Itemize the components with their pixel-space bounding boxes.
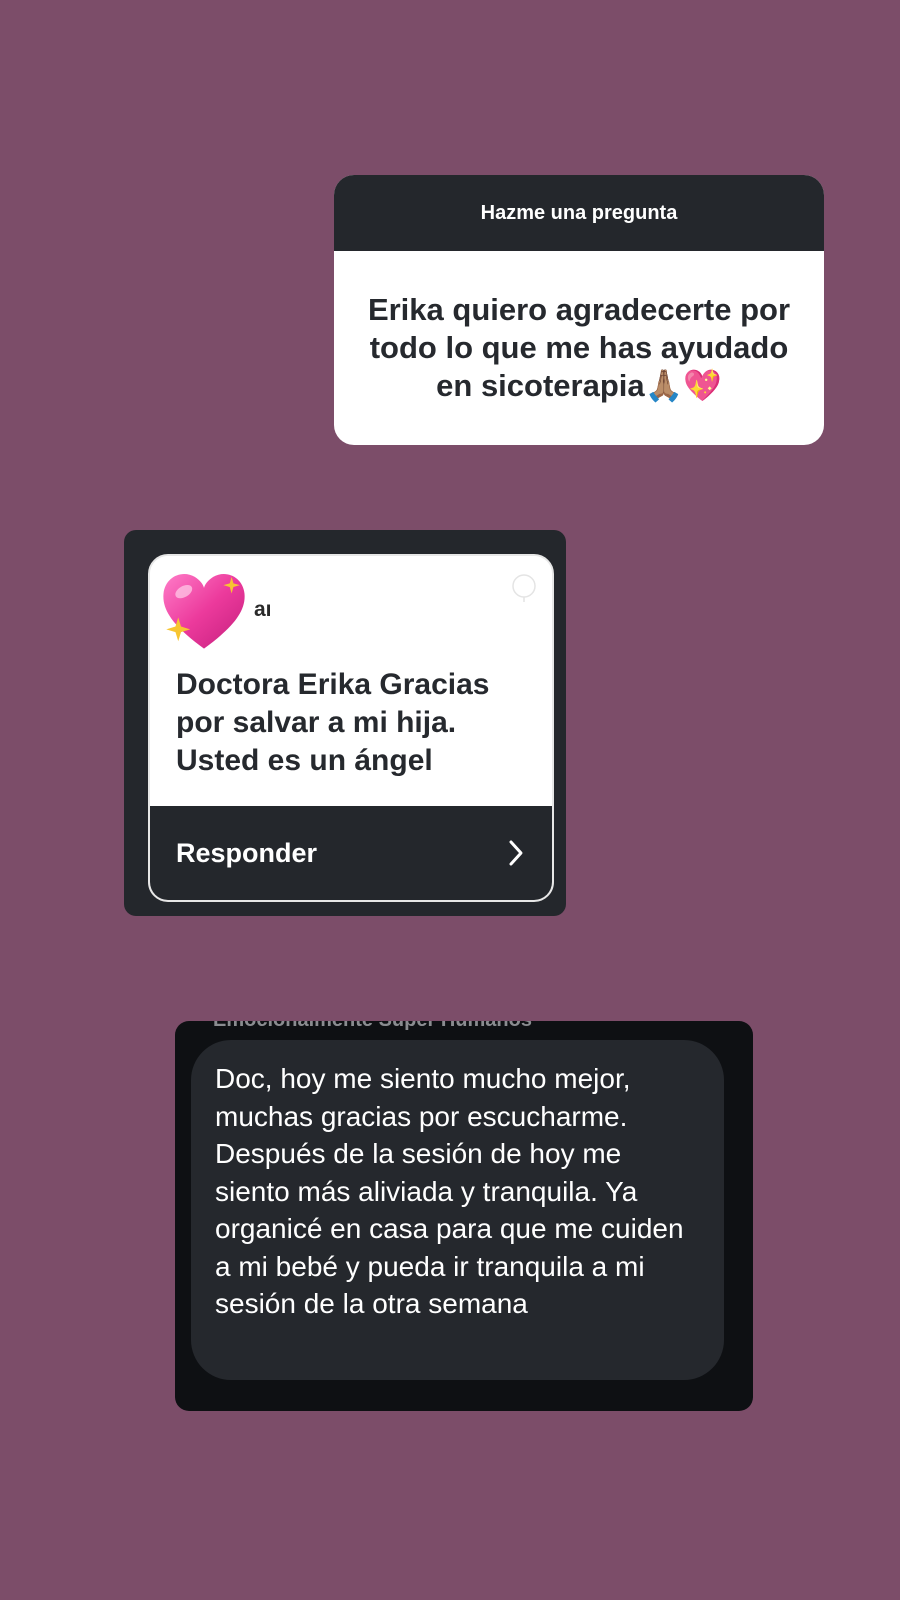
question-sticker-header: Hazme una pregunta — [334, 175, 824, 251]
reply-card-content: aı Doctora Erika Gracias por salvar a mi… — [150, 556, 552, 806]
message-bubble: Doc, hoy me siento mucho mejor, muchas g… — [191, 1040, 724, 1380]
praying-hands-heart-emoji: 🙏🏽💖 — [644, 368, 722, 404]
dm-cutoff-header: Emocionalmente Super Humanos — [213, 1021, 532, 1032]
sparkling-heart-icon — [163, 574, 245, 649]
reply-username: aı — [254, 598, 272, 621]
message-text: Doc, hoy me siento mucho mejor, muchas g… — [215, 1063, 684, 1319]
direct-message-frame: Emocionalmente Super Humanos Doc, hoy me… — [175, 1021, 753, 1411]
question-answer-text: Erika quiero agradecerte por todo lo que… — [358, 291, 800, 405]
respond-button[interactable]: Responder — [150, 806, 552, 900]
reply-message-text: Doctora Erika Gracias por salvar a mi hi… — [176, 668, 490, 777]
chevron-right-icon — [509, 840, 523, 866]
question-sticker-body: Erika quiero agradecerte por todo lo que… — [334, 251, 824, 445]
pin-icon[interactable] — [510, 574, 538, 602]
reply-card: aı Doctora Erika Gracias por salvar a mi… — [148, 554, 554, 902]
respond-button-label: Responder — [176, 837, 318, 868]
reply-card-frame: aı Doctora Erika Gracias por salvar a mi… — [124, 530, 566, 916]
question-sticker-card: Hazme una pregunta Erika quiero agradece… — [334, 175, 824, 445]
question-answer-message: Erika quiero agradecerte por todo lo que… — [367, 292, 791, 403]
